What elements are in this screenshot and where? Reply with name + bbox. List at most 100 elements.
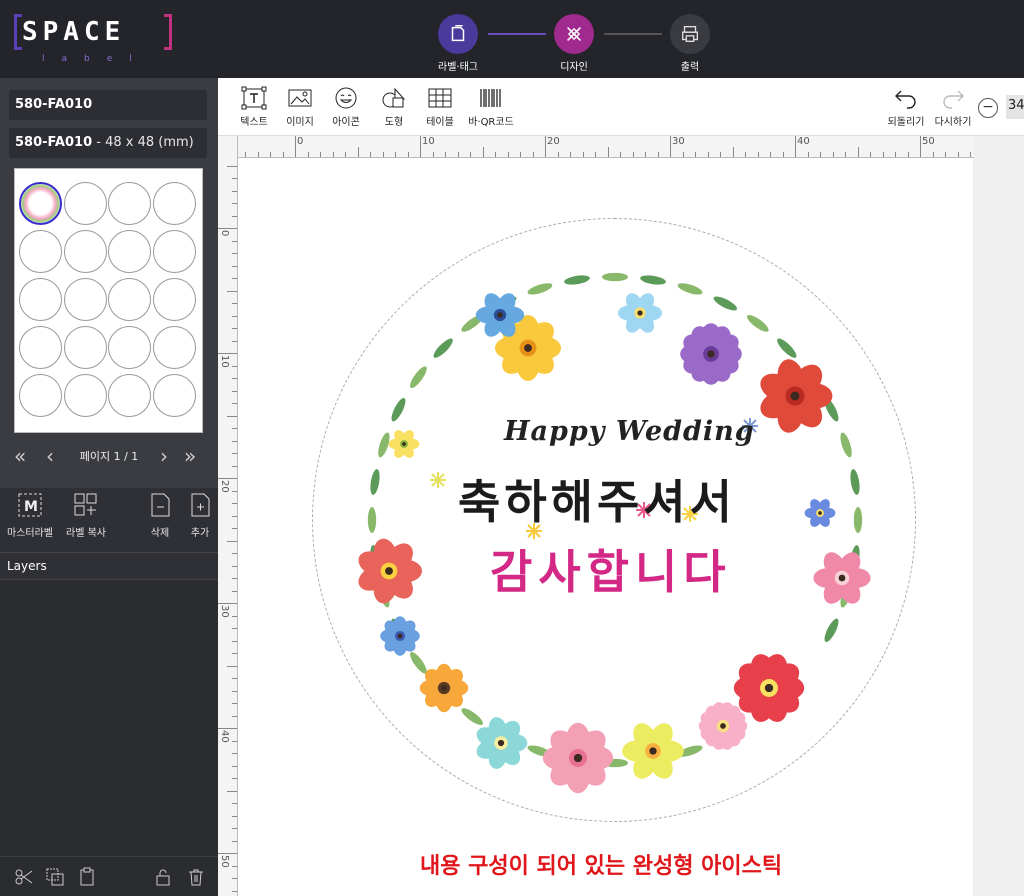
- label-slot[interactable]: [152, 374, 196, 417]
- label-slot[interactable]: [63, 374, 107, 417]
- label-slot[interactable]: [152, 278, 196, 321]
- ruler-tick: [657, 152, 659, 157]
- image-tool-button[interactable]: 이미지: [282, 86, 318, 128]
- flower-core: [573, 753, 583, 763]
- label-slot[interactable]: [108, 326, 151, 369]
- thanks-line-2[interactable]: 감사합니다: [490, 536, 732, 602]
- label-slot[interactable]: [152, 326, 196, 369]
- ruler-tick: [232, 890, 237, 892]
- label-slot[interactable]: [19, 374, 62, 417]
- step-label-tag-label: 라벨·태그: [438, 62, 478, 73]
- label-page[interactable]: Happy Wedding 축하해주셔서 감사합니다 내용 구성이 되어 있는 …: [238, 158, 973, 896]
- ruler-tick: [232, 215, 237, 217]
- label-slot[interactable]: [19, 230, 62, 273]
- flower-core: [790, 391, 800, 401]
- step-label-tag[interactable]: [438, 14, 478, 54]
- label-slot[interactable]: [152, 182, 196, 225]
- label-slot[interactable]: [108, 230, 151, 273]
- leaf: [461, 708, 483, 725]
- label-slot[interactable]: [63, 230, 107, 273]
- label-sheet-preview[interactable]: [14, 168, 203, 433]
- sparkle: [430, 472, 446, 488]
- zoom-out-button[interactable]: −: [978, 98, 998, 118]
- ruler-label: 40: [219, 730, 230, 743]
- thanks-line-1[interactable]: 축하해주셔서: [458, 466, 736, 532]
- step-print-label: 출력: [680, 62, 700, 73]
- copy-label-button[interactable]: 라벨 복사: [62, 492, 110, 539]
- label-slot[interactable]: [108, 182, 151, 225]
- ruler-tick: [870, 152, 871, 157]
- space-label-logo[interactable]: SPACE label: [14, 14, 172, 66]
- ruler-tick: [695, 152, 696, 157]
- ruler-tick: [218, 353, 237, 354]
- ruler-label: 30: [672, 136, 685, 147]
- last-page-icon[interactable]: »: [184, 444, 196, 468]
- flower-core: [764, 683, 774, 693]
- lock-icon[interactable]: [153, 867, 173, 887]
- text-icon: [241, 86, 267, 110]
- ruler-label: 20: [547, 136, 560, 147]
- leaf: [824, 618, 839, 643]
- undo-label: 되돌리기: [887, 117, 925, 128]
- label-slot[interactable]: [63, 278, 107, 321]
- label-slot[interactable]: [108, 374, 151, 417]
- ruler-tick: [227, 665, 237, 667]
- delete-page-button[interactable]: 삭제: [142, 492, 178, 539]
- ruler-label: 40: [797, 136, 810, 147]
- leaf: [527, 283, 553, 295]
- ruler-tick: [232, 453, 237, 454]
- app-root: SPACE label 라벨·태그 디자인 출력 580-FA010 580-F…: [0, 0, 1024, 896]
- undo-button[interactable]: 되돌리기: [884, 86, 928, 128]
- label-slot[interactable]: [19, 182, 62, 225]
- ruler-tick: [232, 628, 237, 629]
- ruler-tick: [557, 152, 559, 157]
- duplicate-icon[interactable]: [45, 867, 65, 887]
- flower-core: [524, 344, 532, 352]
- table-tool-button[interactable]: 테이블: [422, 86, 458, 128]
- zoom-input[interactable]: 34: [1006, 95, 1024, 119]
- ruler-tick: [232, 403, 237, 404]
- leaf: [853, 507, 863, 533]
- label-slot[interactable]: [63, 326, 107, 369]
- label-slot[interactable]: [152, 230, 196, 273]
- ruler-tick: [670, 136, 671, 157]
- layers-panel[interactable]: [0, 580, 218, 856]
- shape-tool-button[interactable]: 도형: [376, 86, 412, 128]
- ruler-tick: [757, 152, 759, 157]
- ruler-tick: [232, 640, 237, 642]
- paste-icon[interactable]: [77, 867, 97, 887]
- scissors-icon[interactable]: [14, 867, 34, 887]
- add-page-button[interactable]: 추가: [182, 492, 218, 539]
- ruler-tick: [282, 152, 284, 157]
- top-bar: SPACE label 라벨·태그 디자인 출력: [0, 0, 1024, 78]
- ruler-tick: [532, 152, 534, 157]
- icon-tool-button[interactable]: 아이콘: [328, 86, 364, 128]
- barcode-tool-button[interactable]: 바·QR코드: [464, 86, 518, 128]
- step-print[interactable]: [670, 14, 710, 54]
- design-toolbar: 텍스트 이미지 아이콘 도형 테이블 바·QR코드 되돌리기 다시하기 − 34: [218, 78, 1024, 136]
- label-slot[interactable]: [108, 278, 151, 321]
- label-slot[interactable]: [19, 326, 62, 369]
- ruler-tick: [218, 478, 237, 479]
- label-slot[interactable]: [19, 278, 62, 321]
- flower-core: [402, 442, 406, 446]
- redo-button[interactable]: 다시하기: [930, 86, 976, 128]
- product-spec-field[interactable]: 580-FA010 - 48 x 48 (mm): [9, 128, 207, 158]
- step-design[interactable]: [554, 14, 594, 54]
- ruler-tick: [232, 365, 237, 367]
- ruler-tick: [857, 147, 859, 157]
- text-tool-button[interactable]: 텍스트: [236, 86, 272, 128]
- happy-wedding-text[interactable]: Happy Wedding: [504, 416, 755, 447]
- label-slot[interactable]: [63, 182, 107, 225]
- ruler-tick: [232, 578, 237, 579]
- ruler-tick: [482, 147, 484, 157]
- delete-page-text: 삭제: [150, 528, 170, 539]
- promo-caption: 내용 구성이 되어 있는 완성형 아이스틱: [420, 854, 783, 879]
- step-connector: [604, 33, 662, 35]
- ruler-tick: [232, 653, 237, 654]
- master-label-button[interactable]: M 마스터라벨: [5, 492, 55, 539]
- next-page-icon[interactable]: ›: [160, 444, 168, 468]
- ruler-tick: [545, 136, 546, 157]
- trash-icon[interactable]: [186, 867, 206, 887]
- product-code-field[interactable]: 580-FA010: [9, 90, 207, 120]
